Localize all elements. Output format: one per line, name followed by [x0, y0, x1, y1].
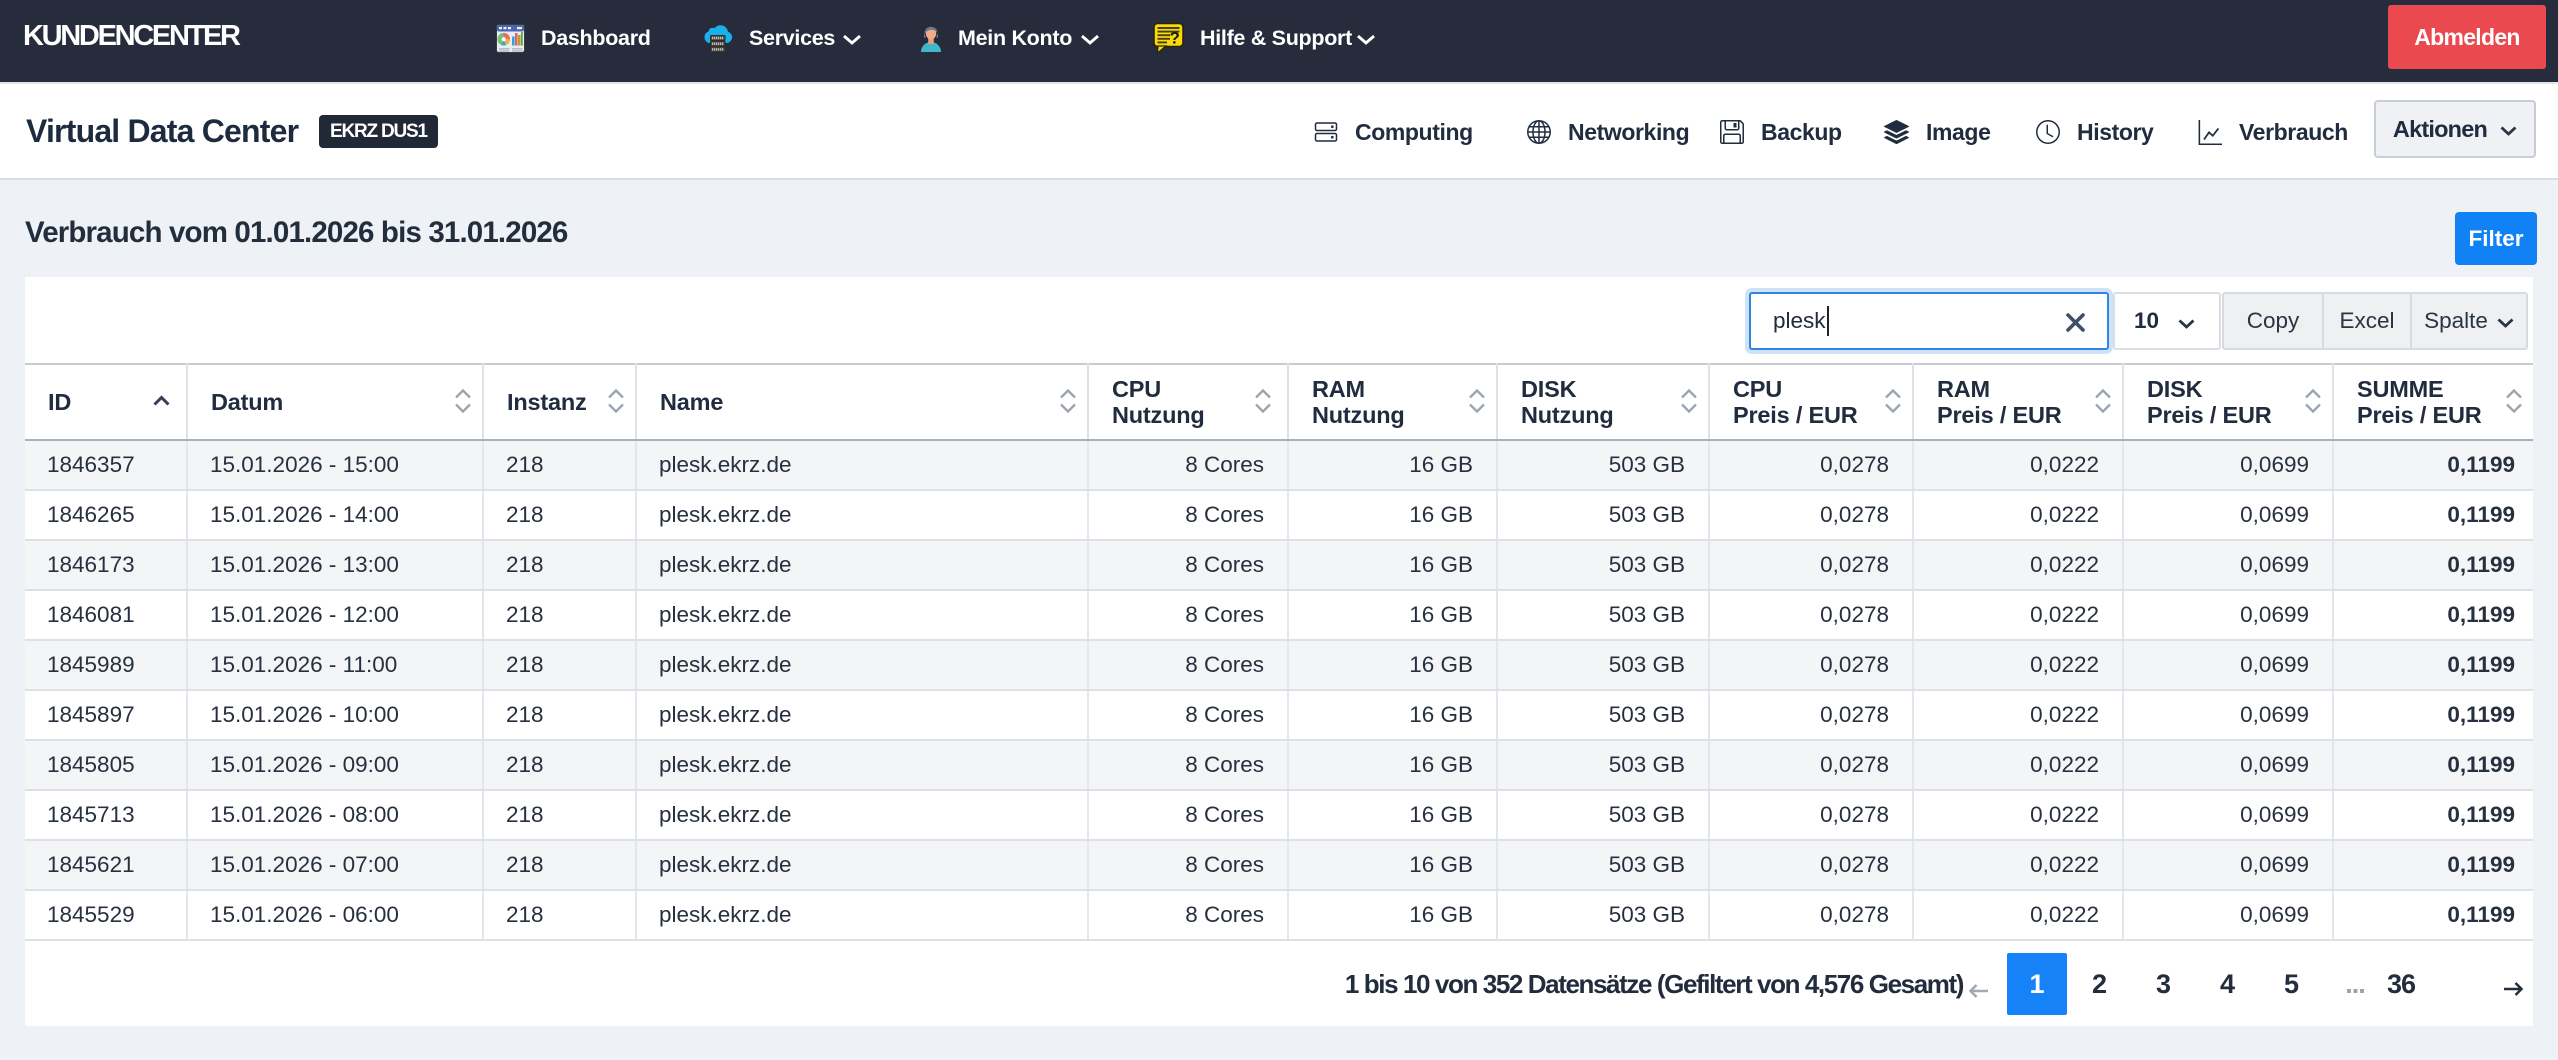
svg-text:?: ? [1170, 29, 1180, 48]
